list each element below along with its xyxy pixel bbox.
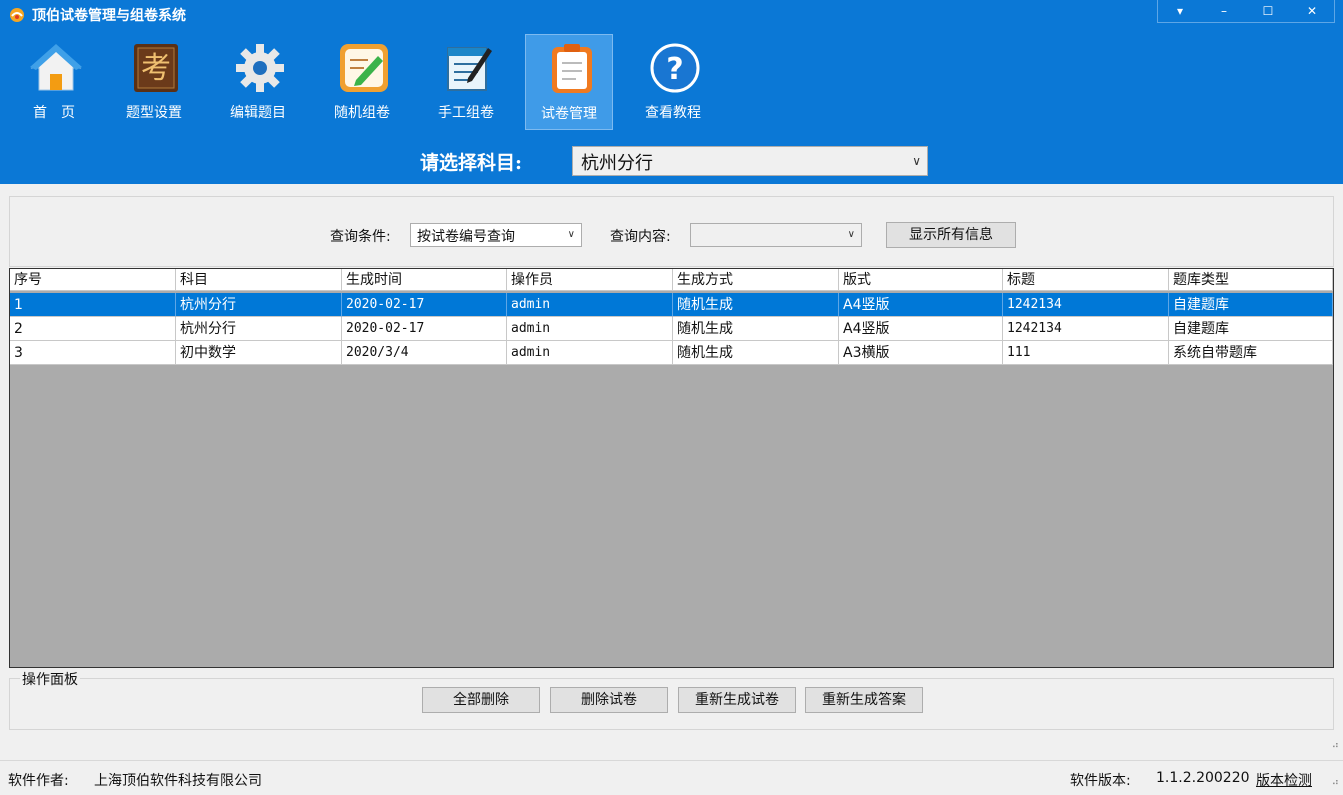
clipboard-icon [552,44,592,93]
toolbar-paper-management-label: 试卷管理 [541,106,597,122]
table-cell: 2020/3/4 [342,341,507,365]
subject-select-value: 杭州分行 [581,153,653,174]
toolbar-edit-questions-label: 编辑题目 [230,105,286,121]
table-cell: 2020-02-17 [342,317,507,341]
table-cell: 随机生成 [673,341,839,365]
toolbar-manual-compose-label: 手工组卷 [438,105,494,121]
column-header[interactable]: 标题 [1003,269,1169,291]
table-row[interactable]: 1 杭州分行 2020-02-17 admin 随机生成 A4竖版 124213… [10,293,1333,317]
chevron-down-icon: ∨ [567,229,575,240]
column-header[interactable]: 版式 [839,269,1003,291]
toolbar-question-types[interactable]: 考 题型设置 [110,34,198,130]
column-header[interactable]: 生成时间 [342,269,507,291]
column-header[interactable]: 生成方式 [673,269,839,291]
table-row[interactable]: 2 杭州分行 2020-02-17 admin 随机生成 A4竖版 124213… [10,317,1333,341]
table-cell: admin [507,341,673,365]
subject-select[interactable]: 杭州分行 ∨ [572,146,928,176]
toolbar-tutorial[interactable]: ? 查看教程 [629,34,717,130]
table-cell: 杭州分行 [176,317,342,341]
column-header[interactable]: 题库类型 [1169,269,1333,291]
main-content: 查询条件: 按试卷编号查询 ∨ 查询内容: ∨ 显示所有信息 序号 科目 生成时… [0,184,1343,760]
table-row[interactable]: 3 初中数学 2020/3/4 admin 随机生成 A3横版 111 系统自带… [10,341,1333,365]
table-cell: 1242134 [1003,317,1169,341]
toolbar-tutorial-label: 查看教程 [645,105,701,121]
operation-panel: 操作面板 全部删除 删除试卷 重新生成试卷 重新生成答案 [9,669,1334,730]
toolbar-random-compose[interactable]: 随机组卷 [318,34,406,130]
toolbar-paper-management[interactable]: 试卷管理 [525,34,613,130]
papers-table: 序号 科目 生成时间 操作员 生成方式 版式 标题 题库类型 1 杭州分行 20… [9,268,1334,668]
table-cell: admin [507,317,673,341]
table-cell: A4竖版 [839,317,1003,341]
svg-text:?: ? [666,52,683,87]
table-cell: 111 [1003,341,1169,365]
table-cell: 2020-02-17 [342,293,507,317]
toolbar-home-label: 首 页 [33,105,75,121]
query-condition-label: 查询条件: [330,229,391,245]
app-window: 顶伯试卷管理与组卷系统 ▾ – ☐ ✕ 首 页 考 题型设置 编辑题目 随机组卷… [0,0,1343,795]
table-cell: 随机生成 [673,317,839,341]
app-logo-icon [10,8,24,22]
toolbar-home[interactable]: 首 页 [10,34,98,130]
table-cell: 自建题库 [1169,317,1333,341]
regenerate-paper-button[interactable]: 重新生成试卷 [678,687,796,713]
toolbar-question-types-label: 题型设置 [126,105,182,121]
column-header[interactable]: 操作员 [507,269,673,291]
table-cell: 1242134 [1003,293,1169,317]
table-cell: admin [507,293,673,317]
kao-book-icon: 考 [134,44,178,92]
version-check-link[interactable]: 版本检测 [1256,770,1312,790]
window-menu-button[interactable]: ▾ [1158,0,1202,22]
toolbar-edit-questions[interactable]: 编辑题目 [214,34,302,130]
query-content-label: 查询内容: [610,229,671,245]
version-value: 1.1.2.200220 [1156,770,1250,786]
table-cell: 初中数学 [176,341,342,365]
title-bar: 顶伯试卷管理与组卷系统 ▾ – ☐ ✕ [0,0,1343,28]
chevron-down-icon: ∨ [847,229,855,240]
table-cell: 系统自带题库 [1169,341,1333,365]
delete-all-button[interactable]: 全部删除 [422,687,540,713]
svg-text:考: 考 [141,51,171,86]
version-label: 软件版本: [1070,773,1131,789]
author-value: 上海顶伯软件科技有限公司 [94,773,262,789]
table-cell: 1 [10,293,176,317]
status-bar: 软件作者: 上海顶伯软件科技有限公司 软件版本: 1.1.2.200220 版本… [0,760,1343,795]
author-label: 软件作者: [8,773,69,789]
toolbar-random-compose-label: 随机组卷 [334,105,390,121]
table-cell: 自建题库 [1169,293,1333,317]
maximize-button[interactable]: ☐ [1246,0,1290,22]
toolbar-manual-compose[interactable]: 手工组卷 [422,34,510,130]
query-content-select[interactable]: ∨ [690,223,862,247]
table-cell: 随机生成 [673,293,839,317]
minimize-button[interactable]: – [1202,0,1246,22]
pencil-paper-icon [340,44,388,92]
table-cell: 杭州分行 [176,293,342,317]
table-cell: 2 [10,317,176,341]
resize-grip-icon[interactable]: ⠴ [1332,777,1339,788]
table-cell: A3横版 [839,341,1003,365]
operation-panel-label: 操作面板 [20,669,80,689]
table-header: 序号 科目 生成时间 操作员 生成方式 版式 标题 题库类型 [10,269,1333,291]
table-cell: A4竖版 [839,293,1003,317]
notepad-pen-icon [447,47,492,91]
table-cell: 3 [10,341,176,365]
regenerate-answer-button[interactable]: 重新生成答案 [805,687,923,713]
column-header[interactable]: 科目 [176,269,342,291]
window-controls: ▾ – ☐ ✕ [1157,0,1335,23]
column-header[interactable]: 序号 [10,269,176,291]
close-button[interactable]: ✕ [1290,0,1334,22]
home-icon [30,44,82,91]
help-icon: ? [650,43,700,93]
query-condition-value: 按试卷编号查询 [417,229,515,245]
subject-label: 请选择科目: [420,152,523,174]
delete-paper-button[interactable]: 删除试卷 [550,687,668,713]
chevron-down-icon: ∨ [912,154,921,168]
gear-icon [236,44,284,92]
window-title: 顶伯试卷管理与组卷系统 [32,8,186,24]
query-condition-select[interactable]: 按试卷编号查询 ∨ [410,223,582,247]
resize-grip-icon: ⠴ [1331,740,1339,751]
show-all-button[interactable]: 显示所有信息 [886,222,1016,248]
query-group: 查询条件: 按试卷编号查询 ∨ 查询内容: ∨ 显示所有信息 [9,196,1334,267]
